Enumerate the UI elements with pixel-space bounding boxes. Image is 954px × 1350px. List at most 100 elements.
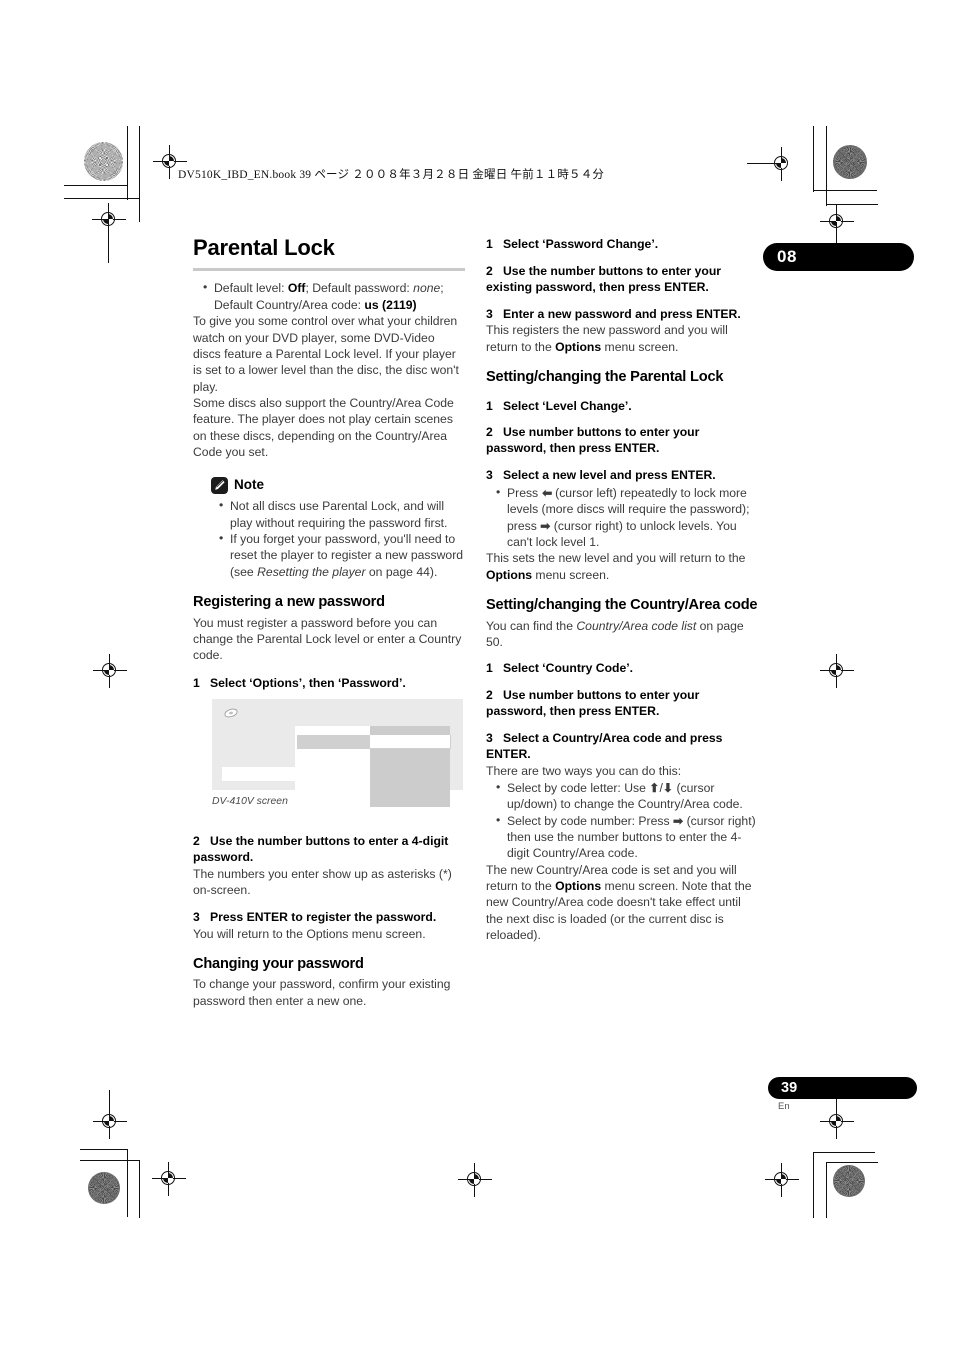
options-menu-name: Options xyxy=(486,567,533,582)
step-number: 2 xyxy=(486,688,493,703)
page-number-badge: 39 xyxy=(768,1077,917,1099)
registration-dot-top-right xyxy=(833,145,867,179)
crop-line xyxy=(64,198,140,199)
default-password-value: none xyxy=(413,281,441,296)
section-heading-registering: Registering a new password xyxy=(193,594,385,611)
screenshot-image xyxy=(212,699,463,808)
step-registering-2-body: The numbers you enter show up as asteris… xyxy=(193,867,452,898)
registration-mark-lower-right xyxy=(820,1105,854,1139)
step-number: 2 xyxy=(486,425,493,440)
registration-mark-bottom-left xyxy=(152,1162,186,1196)
bullet-part1: Press xyxy=(507,486,542,501)
country-code-bullet-item: Select by code number: Press ➡ (cursor r… xyxy=(496,812,758,862)
crop-line xyxy=(109,1090,110,1120)
step-number: 3 xyxy=(193,909,200,924)
crop-line xyxy=(813,1152,814,1218)
note-item: Not all discs use Parental Lock, and wil… xyxy=(219,497,465,531)
country-code-list-reference: Country/Area code list xyxy=(576,618,697,633)
body-suffix: menu screen. xyxy=(601,339,679,354)
registration-mark-bottom-center xyxy=(458,1163,492,1197)
title-rule xyxy=(193,268,465,272)
step-text: Select a Country/Area code and press ENT… xyxy=(486,730,723,761)
note-item2-reference: Resetting the player xyxy=(257,564,366,579)
registration-mark-bottom-right xyxy=(765,1163,799,1197)
crop-line xyxy=(813,190,877,191)
step-country-code-2: 2 Use number buttons to enter your passwo… xyxy=(486,688,758,720)
step-number: 3 xyxy=(486,730,493,745)
body-prefix: This sets the new level and you will ret… xyxy=(486,551,746,566)
crop-line xyxy=(108,203,109,263)
step-text: Select ‘Level Change’. xyxy=(503,398,632,413)
registration-dot-top-left xyxy=(84,142,123,181)
options-menu-name: Options xyxy=(555,339,602,354)
registration-mark-upper-right xyxy=(820,205,854,239)
cursor-up-arrow-icon: ⬆ xyxy=(649,780,660,795)
note-label: Note xyxy=(234,477,264,493)
intro-paragraph-1: To give you some control over what your … xyxy=(193,314,459,394)
crop-line xyxy=(826,126,827,206)
parental-lock-bullet-list: Press ➡ (cursor left) repeatedly to lock… xyxy=(486,484,758,550)
cursor-right-arrow-icon: ➡ xyxy=(672,813,684,828)
step-text: Use the number buttons to enter your exi… xyxy=(486,263,722,294)
step-number: 1 xyxy=(486,237,493,251)
registration-mark-left-middle xyxy=(93,654,127,688)
crop-line xyxy=(813,126,814,192)
note-list: Not all discs use Parental Lock, and wil… xyxy=(218,497,465,580)
step-parental-lock-1: 1 Select ‘Level Change’. xyxy=(486,399,758,415)
step-country-code-1: 1 Select ‘Country Code’. xyxy=(486,661,758,677)
right-column: 1 Select ‘Password Change’. 2 Use the numb… xyxy=(486,237,758,943)
print-header-text: DV510K_IBD_EN.book 39 ページ ２００８年３月２８日 金曜日… xyxy=(178,169,605,181)
crop-line xyxy=(64,185,128,186)
registration-dot-bottom-right xyxy=(833,1165,865,1197)
page-number: 39 xyxy=(781,1080,798,1096)
cursor-left-arrow-icon: ➡ xyxy=(541,486,552,501)
step-password-change-3-body: This registers the new password and you … xyxy=(486,322,758,355)
cursor-right-arrow-icon: ➡ xyxy=(540,518,551,533)
country-code-body: You can find the Country/Area code list … xyxy=(486,618,758,651)
step-password-change-1: 1 Select ‘Password Change’. xyxy=(486,237,758,253)
registration-mark-upper-left xyxy=(92,203,126,237)
defaults-bullet-list: Default level: Off; Default password: no… xyxy=(193,279,465,313)
step-text: Select ‘Options’, then ‘Password’. xyxy=(210,675,406,690)
step-country-code-3-body: There are two ways you can do this: xyxy=(486,763,682,778)
changing-password-body: To change your password, confirm your ex… xyxy=(193,977,451,1008)
cursor-down-arrow-icon: ⬇ xyxy=(662,780,674,795)
step-text: Enter a new password and press ENTER. xyxy=(503,306,741,321)
note-header: Note xyxy=(211,476,465,494)
crop-line xyxy=(139,1160,140,1218)
step-text: Use number buttons to enter your passwor… xyxy=(486,425,700,456)
parental-lock-bullet-item: Press ➡ (cursor left) repeatedly to lock… xyxy=(496,484,758,550)
registering-body: You must register a password before you … xyxy=(193,615,462,663)
step-parental-lock-3: 3 Select a new level and press ENTER. xyxy=(486,468,758,484)
section-heading-changing-password: Changing your password xyxy=(193,955,364,972)
step-text: Select a new level and press ENTER. xyxy=(503,468,716,483)
step-text: Select ‘Password Change’. xyxy=(503,237,659,251)
bullet-part1: Select by code number: Press xyxy=(507,813,673,828)
intro-paragraph-2: Some discs also support the Country/Area… xyxy=(193,395,454,459)
crop-line xyxy=(826,1162,878,1163)
crop-line xyxy=(826,204,878,205)
country-code-bullet-list: Select by code letter: Use ⬆/⬇ (cursor u… xyxy=(486,779,758,862)
step-text: Use number buttons to enter your passwor… xyxy=(486,688,700,719)
step-parental-lock-2: 2 Use number buttons to enter your passwo… xyxy=(486,425,758,457)
pencil-icon xyxy=(211,476,228,494)
step-registering-3-body: You will return to the Options menu scre… xyxy=(193,926,426,941)
registration-dot-bottom-left xyxy=(88,1172,120,1204)
step-text: Press ENTER to register the password. xyxy=(210,909,437,924)
chapter-number: 08 xyxy=(777,247,797,266)
body-prefix: You can find the xyxy=(486,618,577,633)
disc-icon xyxy=(224,709,238,718)
parental-lock-closing: This sets the new level and you will ret… xyxy=(486,550,758,583)
options-menu-name: Options xyxy=(555,879,602,894)
step-number: 1 xyxy=(486,398,493,413)
registration-mark-top-right xyxy=(747,147,799,181)
bullet-part1: Select by code letter: Use xyxy=(507,780,650,795)
step-registering-1: 1 Select ‘Options’, then ‘Password’. xyxy=(193,676,465,692)
crop-line xyxy=(80,1160,140,1161)
default-password-label: ; Default password: xyxy=(305,281,414,296)
step-password-change-3: 3 Enter a new password and press ENTER. xyxy=(486,307,758,323)
crop-line xyxy=(813,1152,875,1153)
registration-mark-lower-left xyxy=(93,1105,127,1139)
crop-line xyxy=(80,1149,128,1150)
chapter-badge: 08 xyxy=(763,243,914,271)
